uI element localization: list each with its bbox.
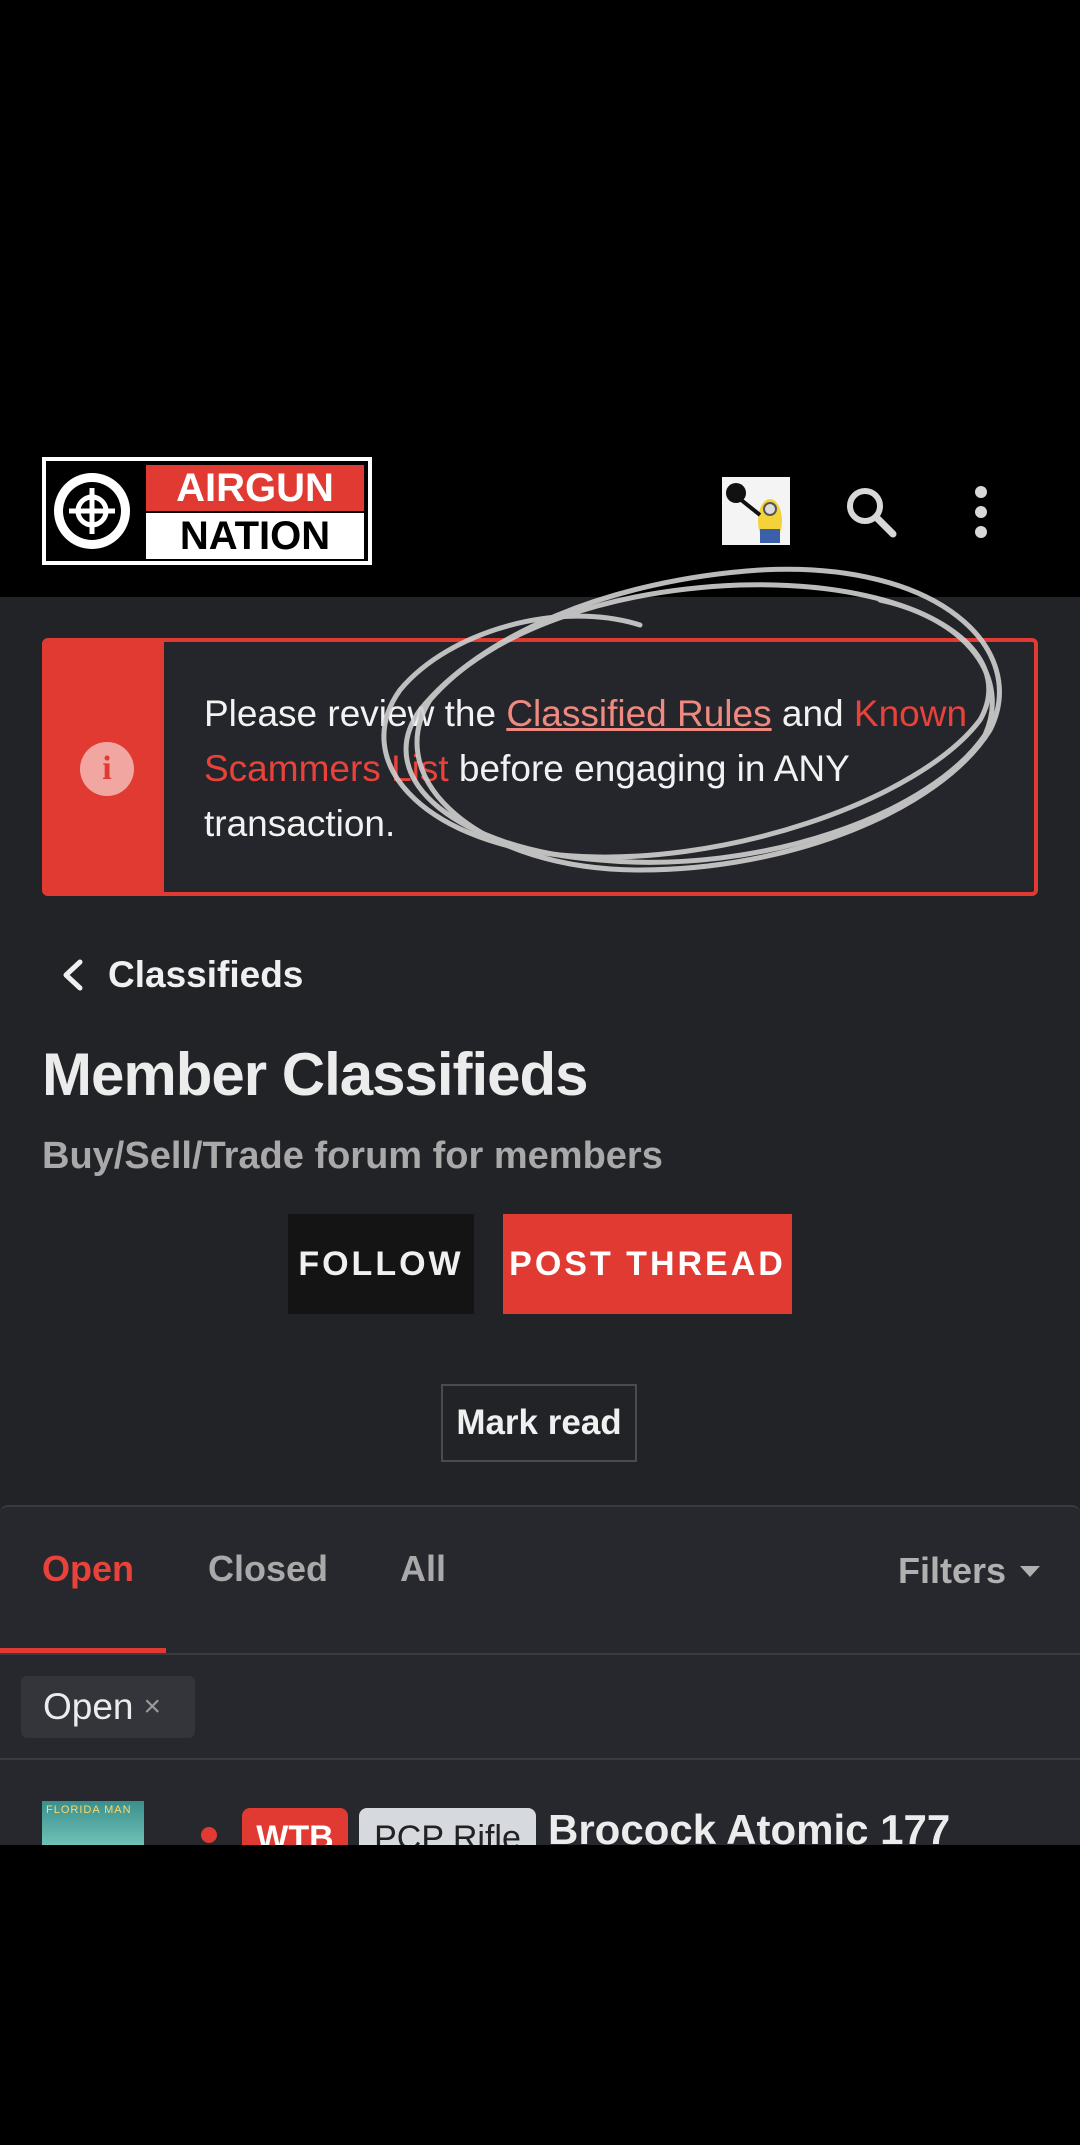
page-subtitle: Buy/Sell/Trade forum for members [42, 1135, 663, 1177]
mark-read-button[interactable]: Mark read [441, 1384, 637, 1462]
notice-side-bar: i [46, 642, 164, 892]
filters-label: Filters [898, 1550, 1007, 1591]
close-icon[interactable]: × [144, 1690, 162, 1724]
crosshair-icon [54, 473, 130, 549]
tabs-divider [0, 1653, 1080, 1655]
unread-indicator [201, 1827, 217, 1843]
filter-chip-label: Open [43, 1686, 134, 1727]
bottom-black-area [0, 1845, 1080, 2145]
thread-author-avatar[interactable]: FLORIDA MAN [42, 1801, 144, 1845]
logo-text-top: AIRGUN [146, 465, 364, 511]
user-avatar[interactable] [722, 477, 790, 545]
crosshair-glyph [69, 488, 115, 534]
breadcrumb[interactable]: Classifieds [60, 945, 303, 1005]
follow-button[interactable]: FOLLOW [288, 1214, 474, 1314]
active-filter-chip[interactable]: Open × [21, 1676, 195, 1738]
filters-dropdown[interactable]: Filters [898, 1550, 1041, 1592]
post-thread-button[interactable]: POST THREAD [503, 1214, 792, 1314]
page-title: Member Classifieds [42, 1041, 589, 1108]
breadcrumb-label: Classifieds [108, 954, 304, 995]
crosshair-inner [63, 482, 121, 540]
logo-frame: AIRGUN NATION [46, 461, 368, 561]
scribble-annotation [381, 566, 1002, 873]
more-vertical-icon[interactable] [956, 477, 1006, 547]
tab-open[interactable]: Open [42, 1548, 134, 1590]
info-icon: i [80, 742, 134, 796]
tab-all[interactable]: All [400, 1548, 446, 1590]
caret-down-icon [1020, 1565, 1041, 1577]
thumb-text: FLORIDA MAN [46, 1804, 132, 1816]
logo-text-bottom: NATION [146, 513, 364, 559]
chevron-left-icon [63, 959, 83, 991]
search-icon[interactable] [836, 477, 906, 547]
site-logo[interactable]: AIRGUN NATION [42, 457, 372, 565]
tab-closed[interactable]: Closed [208, 1548, 328, 1590]
minion-avatar-icon [722, 477, 790, 545]
list-divider [0, 1758, 1080, 1760]
